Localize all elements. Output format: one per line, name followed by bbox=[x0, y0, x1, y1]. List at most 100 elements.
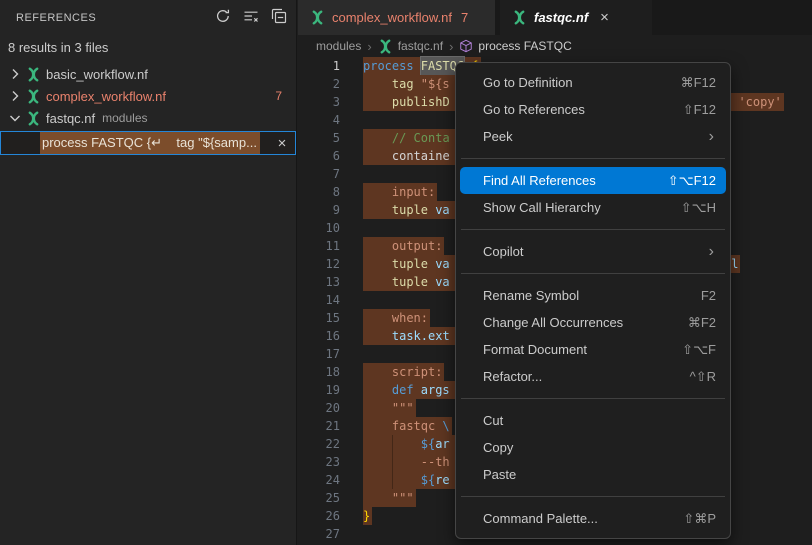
line-number: 17 bbox=[298, 345, 340, 363]
code-token: publishD bbox=[392, 93, 450, 111]
dismiss-result-icon[interactable]: × bbox=[273, 135, 291, 152]
menu-item-cut[interactable]: Cut bbox=[460, 407, 726, 434]
line-number: 15 bbox=[298, 309, 340, 327]
breadcrumb-item-modules[interactable]: modules bbox=[316, 39, 361, 53]
breadcrumb-separator: › bbox=[367, 39, 371, 54]
tab-fastqc-nf[interactable]: fastqc.nf × bbox=[500, 0, 652, 35]
menu-item-shortcut: ⇧F12 bbox=[683, 102, 716, 118]
code-token: def bbox=[392, 381, 414, 399]
clear-results-button[interactable] bbox=[240, 7, 262, 29]
line-number: 8 bbox=[298, 183, 340, 201]
chevron-right-icon[interactable] bbox=[6, 88, 24, 104]
menu-item-go-to-definition[interactable]: Go to Definition⌘F12 bbox=[460, 69, 726, 96]
collapse-all-button[interactable] bbox=[268, 7, 290, 29]
code-token: } bbox=[363, 507, 370, 525]
code-token: --th bbox=[421, 453, 450, 471]
file-description: modules bbox=[102, 111, 147, 125]
line-number: 25 bbox=[298, 489, 340, 507]
line-number: 9 bbox=[298, 201, 340, 219]
code-token: fastqc bbox=[392, 417, 435, 435]
panel-toolbar bbox=[212, 7, 290, 29]
code-token: args bbox=[421, 381, 450, 399]
code-token: l bbox=[731, 255, 738, 273]
reference-match-text: process FASTQC {↵ tag "${samp... bbox=[40, 132, 260, 154]
menu-item-shortcut: ⇧⌥H bbox=[681, 200, 716, 216]
tree-item-basic-workflow-nf[interactable]: basic_workflow.nf bbox=[0, 63, 296, 85]
menu-item-show-call-hierarchy[interactable]: Show Call Hierarchy⇧⌥H bbox=[460, 194, 726, 221]
line-number: 26 bbox=[298, 507, 340, 525]
references-panel-header: REFERENCES bbox=[0, 0, 296, 36]
menu-item-shortcut: F2 bbox=[701, 288, 716, 303]
menu-item-format-document[interactable]: Format Document⇧⌥F bbox=[460, 336, 726, 363]
nextflow-icon bbox=[24, 111, 42, 126]
chevron-right-icon[interactable] bbox=[6, 66, 24, 82]
references-panel: REFERENCES 8 results in 3 files basic_wo… bbox=[0, 0, 297, 545]
code-token: \ bbox=[442, 417, 449, 435]
menu-separator bbox=[461, 273, 725, 274]
menu-item-label: Go to Definition bbox=[483, 75, 681, 90]
line-number: 20 bbox=[298, 399, 340, 417]
breadcrumb-separator: › bbox=[449, 39, 453, 54]
menu-item-shortcut: ⇧⌥F bbox=[682, 342, 716, 358]
breadcrumb-item-fastqc-nf[interactable]: fastqc.nf bbox=[378, 39, 443, 54]
code-token: tuple bbox=[392, 273, 428, 291]
line-number: 5 bbox=[298, 129, 340, 147]
line-number: 2 bbox=[298, 75, 340, 93]
code-token: tag bbox=[392, 75, 414, 93]
tree-item-complex-workflow-nf[interactable]: complex_workflow.nf7 bbox=[0, 85, 296, 107]
code-token: ${ bbox=[421, 471, 435, 489]
menu-item-shortcut: ⇧⌘P bbox=[683, 511, 716, 527]
chevron-down-icon[interactable] bbox=[6, 110, 24, 126]
code-token: re bbox=[435, 471, 449, 489]
tab-complex-workflow-nf[interactable]: complex_workflow.nf7 bbox=[298, 0, 495, 35]
code-token: ar bbox=[435, 435, 449, 453]
menu-item-command-palette[interactable]: Command Palette...⇧⌘P bbox=[460, 505, 726, 532]
breadcrumb-item-process-fastqc[interactable]: process FASTQC bbox=[459, 39, 571, 53]
line-number: 11 bbox=[298, 237, 340, 255]
menu-item-copilot[interactable]: Copilot› bbox=[460, 238, 726, 265]
code-token: script: bbox=[392, 363, 443, 381]
reference-result-selected[interactable]: process FASTQC {↵ tag "${samp... × bbox=[0, 131, 296, 155]
close-tab-icon[interactable]: × bbox=[600, 9, 609, 26]
editor-context-menu: Go to Definition⌘F12Go to References⇧F12… bbox=[455, 62, 731, 539]
menu-item-label: Change All Occurrences bbox=[483, 315, 688, 330]
menu-item-refactor[interactable]: Refactor...^⇧R bbox=[460, 363, 726, 390]
nextflow-icon bbox=[24, 67, 42, 82]
menu-item-shortcut: ⌘F12 bbox=[681, 75, 716, 91]
menu-item-rename-symbol[interactable]: Rename SymbolF2 bbox=[460, 282, 726, 309]
code-token: 'copy' bbox=[738, 93, 781, 111]
indent-guide bbox=[392, 435, 393, 453]
menu-item-find-all-references[interactable]: Find All References⇧⌥F12 bbox=[460, 167, 726, 194]
menu-item-go-to-references[interactable]: Go to References⇧F12 bbox=[460, 96, 726, 123]
menu-item-paste[interactable]: Paste bbox=[460, 461, 726, 488]
tree-item-fastqc-nf[interactable]: fastqc.nf modules bbox=[0, 107, 296, 129]
tab-label: fastqc.nf bbox=[534, 10, 588, 25]
code-token: tuple bbox=[392, 255, 428, 273]
submenu-arrow-icon: › bbox=[709, 129, 714, 145]
file-name: fastqc.nf bbox=[46, 111, 95, 126]
line-number: 7 bbox=[298, 165, 340, 183]
menu-item-copy[interactable]: Copy bbox=[460, 434, 726, 461]
code-token: task.ext bbox=[392, 327, 450, 345]
tab-problem-count: 7 bbox=[461, 10, 468, 25]
code-token: output: bbox=[392, 237, 443, 255]
menu-item-shortcut: ^⇧R bbox=[690, 369, 716, 385]
code-token: // Conta bbox=[392, 129, 450, 147]
editor-tab-bar: complex_workflow.nf7 fastqc.nf × bbox=[298, 0, 812, 35]
references-tree: basic_workflow.nfcomplex_workflow.nf7fas… bbox=[0, 63, 296, 155]
menu-item-shortcut: ⇧⌥F12 bbox=[668, 173, 716, 189]
line-number: 6 bbox=[298, 147, 340, 165]
code-token: process bbox=[363, 57, 414, 75]
line-number: 16 bbox=[298, 327, 340, 345]
menu-item-label: Format Document bbox=[483, 342, 682, 357]
refresh-button[interactable] bbox=[212, 7, 234, 29]
line-number: 10 bbox=[298, 219, 340, 237]
line-number: 4 bbox=[298, 111, 340, 129]
menu-item-change-all-occurrences[interactable]: Change All Occurrences⌘F2 bbox=[460, 309, 726, 336]
menu-item-label: Command Palette... bbox=[483, 511, 683, 526]
nextflow-icon bbox=[512, 10, 527, 25]
menu-item-peek[interactable]: Peek› bbox=[460, 123, 726, 150]
line-number: 18 bbox=[298, 363, 340, 381]
line-number: 14 bbox=[298, 291, 340, 309]
code-token: va bbox=[435, 201, 449, 219]
